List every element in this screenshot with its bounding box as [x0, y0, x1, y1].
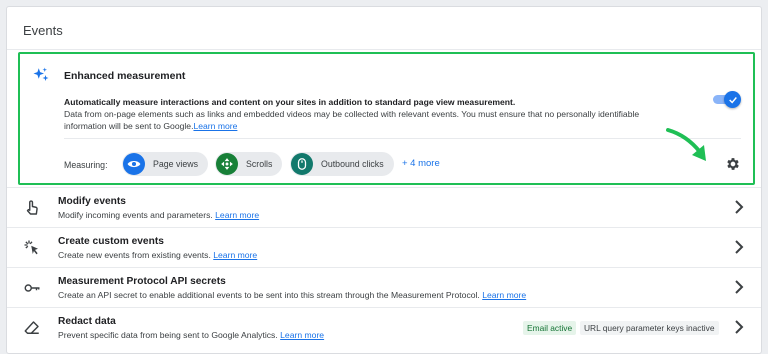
row-title: Measurement Protocol API secrets: [58, 276, 226, 287]
description-bold: Automatically measure interactions and c…: [64, 97, 516, 107]
row-description: Create an API secret to enable additiona…: [58, 290, 527, 300]
row-title: Create custom events: [58, 236, 164, 247]
row-description: Modify incoming events and parameters. L…: [58, 210, 260, 220]
chevron-right-icon: [735, 200, 744, 214]
row-title: Modify events: [58, 196, 126, 207]
divider: [7, 49, 761, 50]
chip-outbound-clicks: Outbound clicks: [290, 152, 394, 176]
annotation-arrow-icon: [666, 128, 706, 161]
chip-label: Outbound clicks: [321, 159, 384, 169]
check-icon: [728, 96, 737, 104]
eye-icon: [123, 153, 145, 175]
row-description: Create new events from existing events. …: [58, 250, 258, 260]
enhanced-measurement-title: Enhanced measurement: [64, 70, 186, 82]
learn-more-link[interactable]: Learn more: [215, 210, 259, 220]
sparkle-icon: [33, 67, 49, 81]
enhanced-measurement-description: Automatically measure interactions and c…: [64, 96, 684, 132]
mouse-icon: [291, 153, 313, 175]
chip-label: Page views: [153, 159, 198, 169]
measuring-label: Measuring:: [64, 160, 108, 170]
row-title: Redact data: [58, 316, 116, 327]
more-events-link[interactable]: + 4 more: [402, 158, 440, 169]
sparkle-click-icon: [24, 240, 38, 255]
eraser-icon: [24, 321, 39, 334]
learn-more-link[interactable]: Learn more: [482, 290, 526, 300]
key-icon: [24, 284, 40, 292]
status-badge-url-query: URL query parameter keys inactive: [580, 321, 719, 335]
touch-icon: [26, 200, 38, 215]
enhanced-measurement-panel: Enhanced measurement Automatically measu…: [18, 52, 755, 185]
list-item-modify-events[interactable]: Modify events Modify incoming events and…: [7, 187, 761, 227]
list-item-measurement-protocol[interactable]: Measurement Protocol API secrets Create …: [7, 267, 761, 307]
events-card: Events Enhanced measurement Automaticall…: [6, 6, 762, 354]
learn-more-link[interactable]: Learn more: [280, 330, 324, 340]
chip-scrolls: Scrolls: [215, 152, 283, 176]
divider: [64, 138, 741, 139]
enhanced-measurement-toggle[interactable]: [713, 91, 741, 108]
status-badge-email: Email active: [523, 321, 577, 335]
list-item-redact-data[interactable]: Redact data Prevent specific data from b…: [7, 307, 761, 347]
row-description: Prevent specific data from being sent to…: [58, 330, 325, 340]
chip-page-views: Page views: [122, 152, 208, 176]
list-item-create-custom-events[interactable]: Create custom events Create new events f…: [7, 227, 761, 267]
chevron-right-icon: [735, 240, 744, 254]
section-title: Events: [23, 23, 63, 38]
chevron-right-icon: [735, 320, 744, 334]
chip-label: Scrolls: [246, 159, 273, 169]
chevron-right-icon: [735, 280, 744, 294]
scroll-icon: [216, 153, 238, 175]
description-rest: Data from on-page elements such as links…: [64, 109, 640, 131]
learn-more-link[interactable]: Learn more: [193, 121, 237, 131]
learn-more-link[interactable]: Learn more: [213, 250, 257, 260]
toggle-knob: [724, 91, 741, 108]
gear-icon[interactable]: [725, 156, 741, 172]
